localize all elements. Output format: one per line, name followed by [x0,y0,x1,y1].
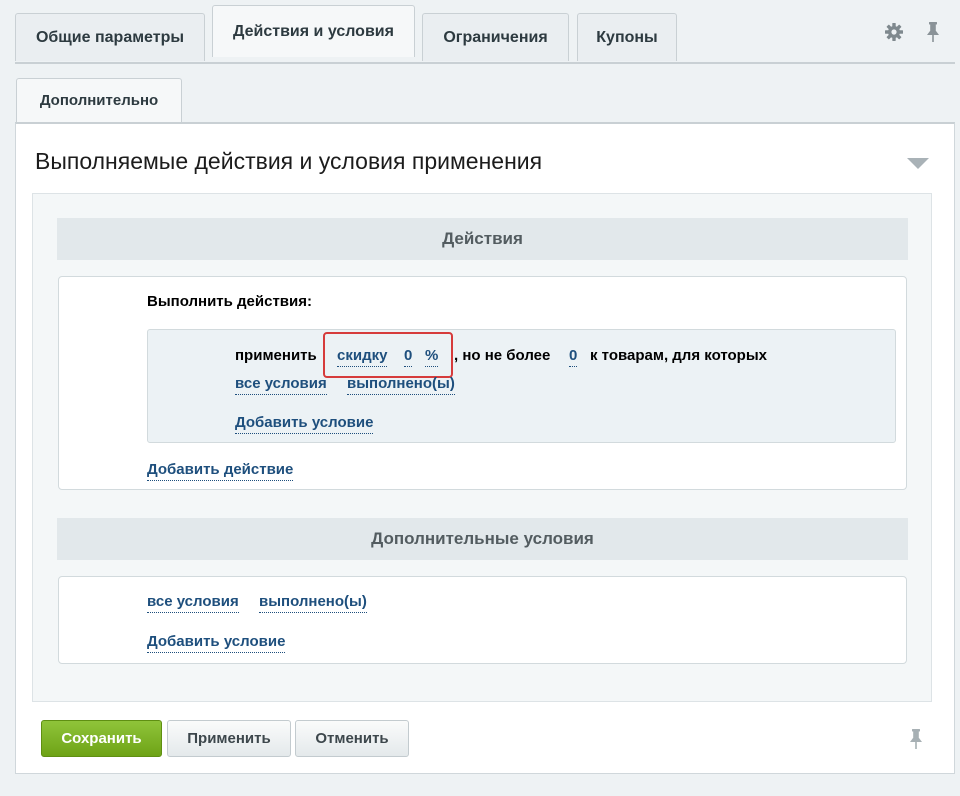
panel-content: Действия Выполнить действия: применить с… [32,193,932,702]
extra-section-header: Дополнительные условия [57,518,908,560]
save-button-label: Сохранить [61,730,142,747]
rule-add-condition-link[interactable]: Добавить условие [235,414,374,434]
rule-mid-text: , но не более [454,347,551,364]
extra-conditions-all-select[interactable]: все условия [147,593,239,613]
gear-icon[interactable] [884,22,904,42]
extra-section-title: Дополнительные условия [371,529,594,548]
extra-conditions-box: все условия выполнено(ы) Добавить услови… [58,576,907,664]
collapse-arrow-icon[interactable] [907,158,929,169]
tab-coupons[interactable]: Купоны [577,13,677,61]
rule-suffix: к товарам, для которых [590,347,767,364]
panel-title: Выполняемые действия и условия применени… [35,148,543,174]
tab-restrictions-label: Ограничения [443,28,548,46]
cancel-button-label: Отменить [315,730,389,747]
extra-add-condition-link[interactable]: Добавить условие [147,633,286,653]
discount-type-select[interactable]: скидку [337,347,388,367]
rule-conditions-all-select[interactable]: все условия [235,375,327,395]
add-action-link[interactable]: Добавить действие [147,461,294,481]
actions-label: Выполнить действия: [147,293,312,310]
tab-actions-conditions-label: Действия и условия [233,22,394,40]
pin-icon-bottom[interactable] [908,728,924,750]
action-rule: применить скидку 0 % , но не более 0 к т… [147,329,896,443]
tab-coupons-label: Купоны [596,28,658,46]
discount-value-input[interactable]: 0 [404,347,413,367]
actions-section-header: Действия [57,218,908,260]
rule-conditions-state-select[interactable]: выполнено(ы) [347,375,455,395]
apply-button-label: Применить [187,730,271,747]
main-panel: Выполняемые действия и условия применени… [15,122,955,774]
tab-divider [15,62,955,64]
tab-actions-conditions[interactable]: Действия и условия [212,5,415,57]
rule-prefix: применить [235,347,317,364]
tab-general[interactable]: Общие параметры [15,13,205,61]
actions-section-title: Действия [442,229,523,248]
cancel-button[interactable]: Отменить [295,720,409,757]
apply-button[interactable]: Применить [167,720,291,757]
max-discount-input[interactable]: 0 [569,347,578,367]
tab-general-label: Общие параметры [35,28,185,46]
pin-icon[interactable] [925,21,941,43]
extra-conditions-state-select[interactable]: выполнено(ы) [259,593,367,613]
tab-additional[interactable]: Дополнительно [16,78,182,122]
tab-additional-label: Дополнительно [39,92,159,109]
discount-unit-select[interactable]: % [425,347,439,367]
actions-box: Выполнить действия: применить скидку 0 %… [58,276,907,490]
save-button[interactable]: Сохранить [41,720,162,757]
tab-restrictions[interactable]: Ограничения [422,13,569,61]
